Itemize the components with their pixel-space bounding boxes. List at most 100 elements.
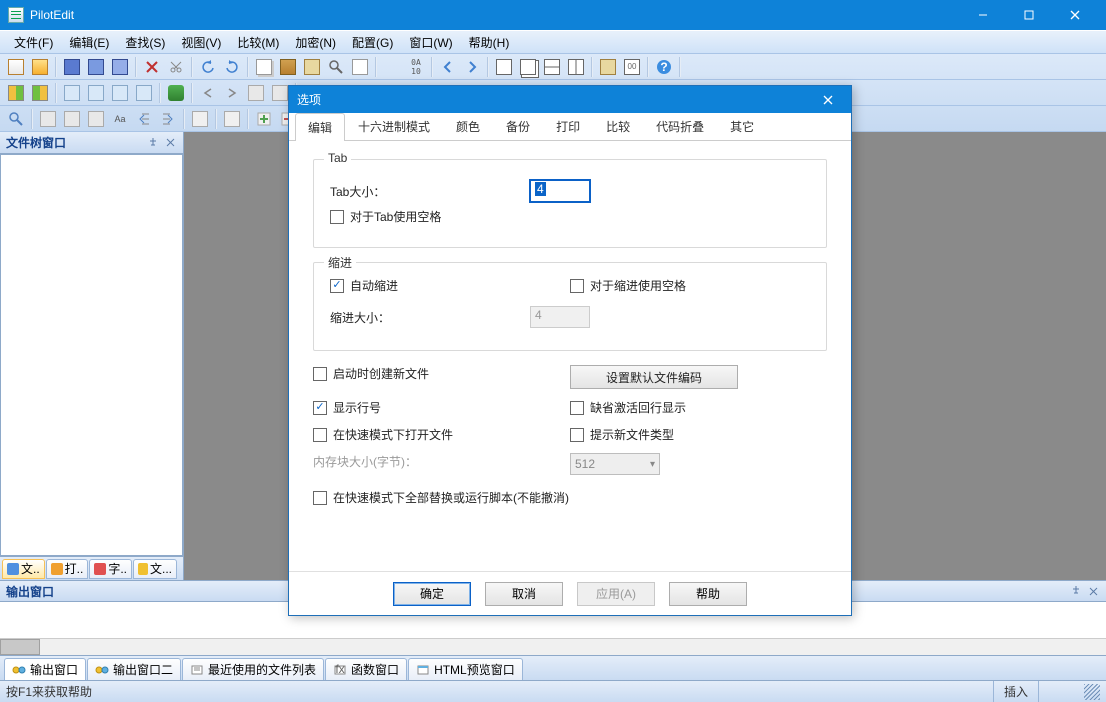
- toggle-icon[interactable]: [381, 56, 403, 78]
- bookmark-icon[interactable]: [189, 108, 211, 130]
- dialog-tab-fold[interactable]: 代码折叠: [643, 112, 717, 140]
- resize-grip-icon[interactable]: [1084, 684, 1100, 700]
- add-icon[interactable]: [253, 108, 275, 130]
- menu-view[interactable]: 视图(V): [173, 32, 229, 53]
- line-num-icon[interactable]: 00: [621, 56, 643, 78]
- save-as-icon[interactable]: [109, 56, 131, 78]
- show-line-no-checkbox[interactable]: 显示行号: [313, 399, 570, 416]
- panel-close-icon[interactable]: [163, 136, 177, 150]
- sync-r-icon[interactable]: [221, 82, 243, 104]
- output-tab-2[interactable]: 最近使用的文件列表: [182, 658, 324, 680]
- create-new-on-start-checkbox[interactable]: 启动时创建新文件: [313, 365, 570, 382]
- use-spaces-for-indent-checkbox[interactable]: 对于缩进使用空格: [570, 277, 810, 294]
- diff-merge-l-icon[interactable]: [109, 82, 131, 104]
- save-icon[interactable]: [61, 56, 83, 78]
- diff-next-icon[interactable]: [85, 82, 107, 104]
- indent-l-icon[interactable]: [133, 108, 155, 130]
- menu-compare[interactable]: 比较(M): [229, 32, 287, 53]
- clipboard-icon[interactable]: [301, 56, 323, 78]
- dialog-close-button[interactable]: [813, 86, 843, 113]
- diff-merge-r-icon[interactable]: [133, 82, 155, 104]
- open-folder-icon[interactable]: [29, 56, 51, 78]
- ok-button[interactable]: 确定: [393, 582, 471, 606]
- minimize-button[interactable]: [960, 0, 1006, 30]
- undo-icon[interactable]: [197, 56, 219, 78]
- redo-icon[interactable]: [221, 56, 243, 78]
- left-tab-1[interactable]: 打..: [46, 559, 89, 579]
- pin-icon[interactable]: [146, 136, 160, 150]
- output-close-icon[interactable]: [1086, 584, 1100, 598]
- delete-icon[interactable]: [141, 56, 163, 78]
- new-file-icon[interactable]: [5, 56, 27, 78]
- menu-file[interactable]: 文件(F): [6, 32, 61, 53]
- dialog-tab-edit[interactable]: 编辑: [295, 113, 345, 141]
- nav-fwd-icon[interactable]: [461, 56, 483, 78]
- hex-icon[interactable]: 0A10: [405, 56, 427, 78]
- find-icon[interactable]: [325, 56, 347, 78]
- compare-icon[interactable]: [5, 82, 27, 104]
- open-fast-mode-checkbox[interactable]: 在快速模式下打开文件: [313, 426, 570, 443]
- refresh-icon[interactable]: [165, 82, 187, 104]
- menu-edit[interactable]: 编辑(E): [61, 32, 117, 53]
- left-tab-2[interactable]: 字..: [89, 559, 132, 579]
- menu-help[interactable]: 帮助(H): [461, 32, 518, 53]
- window-hsplit-icon[interactable]: [541, 56, 563, 78]
- dialog-tab-color[interactable]: 颜色: [443, 112, 493, 140]
- search-prev-icon[interactable]: [37, 108, 59, 130]
- copy-icon[interactable]: [253, 56, 275, 78]
- tab-size-input[interactable]: 4: [530, 180, 590, 202]
- left-tab-0[interactable]: 文..: [2, 559, 45, 579]
- dialog-tab-hex[interactable]: 十六进制模式: [345, 112, 443, 140]
- cut-icon[interactable]: [165, 56, 187, 78]
- dialog-tab-compare[interactable]: 比较: [593, 112, 643, 140]
- window-tile-icon[interactable]: [493, 56, 515, 78]
- use-spaces-for-tab-checkbox[interactable]: 对于Tab使用空格: [330, 208, 441, 225]
- menu-window[interactable]: 窗口(W): [401, 32, 460, 53]
- output-pin-icon[interactable]: [1069, 584, 1083, 598]
- search-all-icon[interactable]: [85, 108, 107, 130]
- output-tab-0[interactable]: 输出窗口: [4, 658, 86, 680]
- diff-prev-icon[interactable]: [61, 82, 83, 104]
- left-panel-tabs: 文.. 打.. 字.. 文...: [0, 556, 183, 580]
- fold-icon[interactable]: [221, 108, 243, 130]
- dialog-help-button[interactable]: 帮助: [669, 582, 747, 606]
- search-next-icon[interactable]: [61, 108, 83, 130]
- window-cascade-icon[interactable]: [517, 56, 539, 78]
- sync-all-icon[interactable]: [245, 82, 267, 104]
- output-tab-4[interactable]: HTML预览窗口: [408, 658, 523, 680]
- replace-icon[interactable]: [349, 56, 371, 78]
- search-2-icon[interactable]: [5, 108, 27, 130]
- save-all-icon[interactable]: [85, 56, 107, 78]
- output-tab-3[interactable]: fx函数窗口: [325, 658, 407, 680]
- window-vsplit-icon[interactable]: [565, 56, 587, 78]
- indent-size-input[interactable]: 4: [530, 306, 590, 328]
- dialog-tab-other[interactable]: 其它: [717, 112, 767, 140]
- indent-r-icon[interactable]: [157, 108, 179, 130]
- paste-icon[interactable]: [277, 56, 299, 78]
- file-tree-body[interactable]: [0, 154, 183, 556]
- menu-encrypt[interactable]: 加密(N): [287, 32, 344, 53]
- replace-all-fast-checkbox[interactable]: 在快速模式下全部替换或运行脚本(不能撤消): [313, 489, 827, 506]
- settings-icon[interactable]: [597, 56, 619, 78]
- output-tab-1[interactable]: 输出窗口二: [87, 658, 181, 680]
- left-tab-3[interactable]: 文...: [133, 559, 177, 579]
- apply-button[interactable]: 应用(A): [577, 582, 655, 606]
- set-default-encoding-button[interactable]: 设置默认文件编码: [570, 365, 738, 389]
- menu-find[interactable]: 查找(S): [117, 32, 173, 53]
- help-icon[interactable]: ?: [653, 56, 675, 78]
- cancel-button[interactable]: 取消: [485, 582, 563, 606]
- mem-block-combo[interactable]: 512 ▾: [570, 453, 660, 475]
- output-scrollbar[interactable]: [0, 638, 1106, 655]
- maximize-button[interactable]: [1006, 0, 1052, 30]
- close-button[interactable]: [1052, 0, 1098, 30]
- case-icon[interactable]: Aa: [109, 108, 131, 130]
- dialog-tab-backup[interactable]: 备份: [493, 112, 543, 140]
- menu-config[interactable]: 配置(G): [344, 32, 401, 53]
- auto-indent-checkbox[interactable]: 自动缩进: [330, 277, 570, 294]
- default-wrap-checkbox[interactable]: 缺省激活回行显示: [570, 399, 827, 416]
- prompt-new-file-type-checkbox[interactable]: 提示新文件类型: [570, 426, 827, 443]
- dialog-tab-print[interactable]: 打印: [543, 112, 593, 140]
- compare-folder-icon[interactable]: [29, 82, 51, 104]
- sync-l-icon[interactable]: [197, 82, 219, 104]
- nav-back-icon[interactable]: [437, 56, 459, 78]
